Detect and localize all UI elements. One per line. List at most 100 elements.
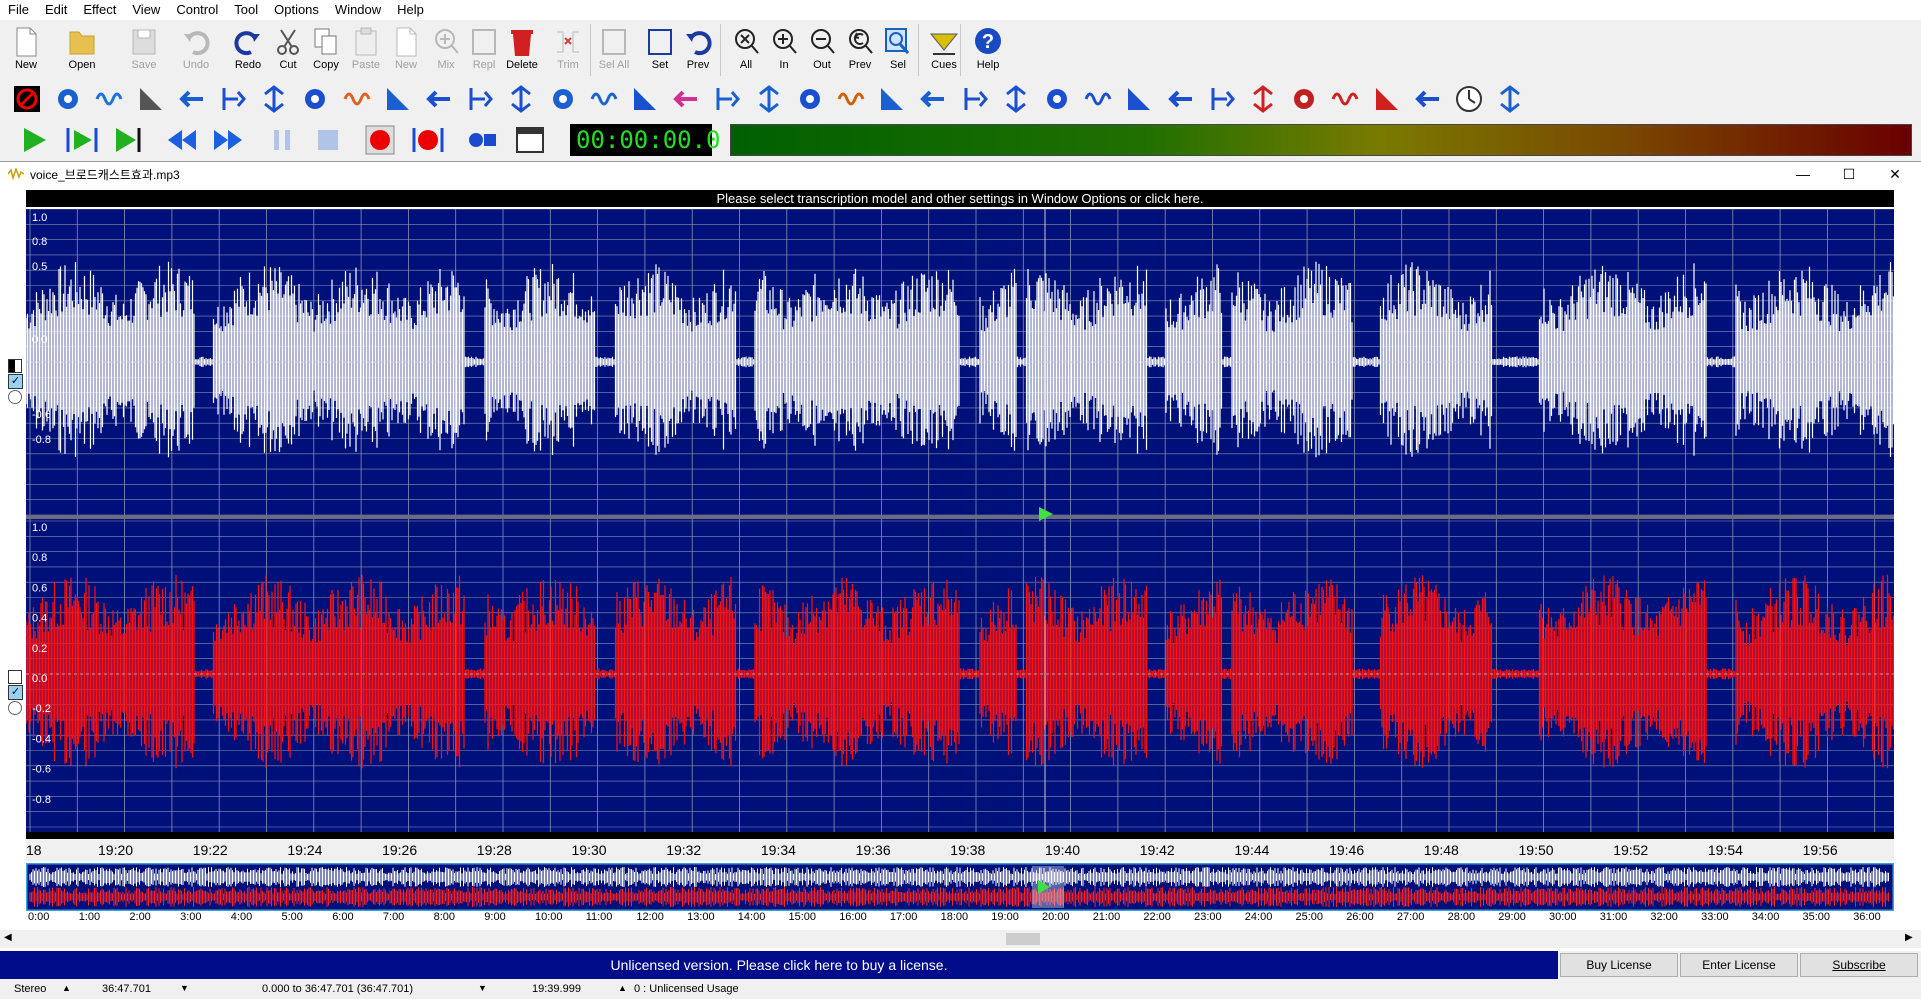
play-icon[interactable] [18,124,50,156]
channel2-enable-checkbox[interactable]: ✓ [8,685,23,700]
speed-icon[interactable] [754,84,784,114]
fade-in-icon[interactable] [300,84,330,114]
echo-icon[interactable] [177,84,207,114]
channels-dropdown-icon[interactable]: ▲ [62,983,71,993]
cues-button[interactable]: Cues [924,24,964,78]
transcription-bar[interactable]: Please select transcription model and ot… [26,190,1894,207]
repair-icon[interactable] [1248,84,1278,114]
metadata-icon[interactable] [1495,84,1525,114]
play-selection-icon[interactable] [66,124,98,156]
insert-silence-icon[interactable] [836,84,866,114]
phaser-icon[interactable] [589,84,619,114]
zoom-selection-button[interactable]: Sel [878,24,918,78]
rewind-icon[interactable] [166,124,198,156]
waveform-view[interactable]: 1.0 0.8 0.5 0.0 -0.6 -0.8 1.0 0.8 0.6 0.4 0.2 0.0 -0… [26,209,1894,832]
marker-add-icon[interactable] [1166,84,1196,114]
channel1-mute-toggle[interactable] [8,359,22,373]
menu-options[interactable]: Options [266,0,327,20]
distortion-icon[interactable] [506,84,536,114]
channel1-enable-checkbox[interactable]: ✓ [8,374,23,389]
help-button[interactable]: ? Help [968,24,1008,78]
reverb-icon[interactable] [218,84,248,114]
loop-icon[interactable] [1330,84,1360,114]
amplify-icon[interactable] [53,84,83,114]
subscribe-button[interactable]: Subscribe [1800,953,1918,977]
clock-icon[interactable] [1454,84,1484,114]
graphic-eq-icon[interactable] [1001,84,1031,114]
zoom-out-button[interactable]: Out [802,24,842,78]
overview-waveform[interactable] [26,863,1894,911]
mix-button[interactable]: Mix [426,24,466,78]
fade-out-icon[interactable] [960,84,990,114]
pin-icon[interactable] [1372,84,1402,114]
crop-icon[interactable] [1289,84,1319,114]
spectrum-icon[interactable] [671,84,701,114]
redo-button[interactable]: Redo [228,24,268,78]
undo-button[interactable]: Undo [176,24,216,78]
menu-file[interactable]: File [0,0,37,20]
delete-button[interactable]: Delete [502,24,542,78]
channel2-solo-radio[interactable] [8,701,22,715]
chorus-icon[interactable] [342,84,372,114]
marker-prev-icon[interactable] [1083,84,1113,114]
open-button[interactable]: Open [62,24,102,78]
reverse-icon[interactable] [630,84,660,114]
marker-icon[interactable] [1042,84,1072,114]
channel2-mute-toggle[interactable] [8,670,22,684]
channel1-solo-radio[interactable] [8,390,22,404]
stereo-icon[interactable] [712,84,742,114]
noise-reduction-icon[interactable] [12,84,42,114]
menu-view[interactable]: View [124,0,168,20]
copy-button[interactable]: Copy [306,24,346,78]
menu-edit[interactable]: Edit [37,0,75,20]
close-button[interactable]: ✕ [1872,162,1918,186]
cut-silence-icon[interactable] [136,84,166,114]
menu-tool[interactable]: Tool [226,0,266,20]
maximize-button[interactable]: ☐ [1826,162,1872,186]
menu-help[interactable]: Help [389,0,432,20]
set-selection-button[interactable]: Set [640,24,680,78]
paste-button[interactable]: Paste [346,24,386,78]
scroll-right-icon[interactable]: ▶ [1905,932,1913,943]
record-selection-icon[interactable] [412,124,444,156]
invert-icon[interactable] [795,84,825,114]
scroll-left-icon[interactable]: ◀ [4,932,12,943]
zoom-prev-button[interactable]: Prev [840,24,880,78]
voice-icon[interactable] [918,84,948,114]
buy-license-button[interactable]: Buy License [1560,953,1678,977]
license-message[interactable]: Unlicensed version. Please click here to… [0,951,1558,979]
timeline-ruler[interactable]: 18 19:20 19:22 19:24 19:26 19:28 19:30 19:32 19:… [26,832,1894,861]
status-selection[interactable]: 0.000 to 36:47.701 (36:47.701) [262,983,413,995]
punch-in-icon[interactable] [466,124,498,156]
marker-next-icon[interactable] [1124,84,1154,114]
status-channels[interactable]: Stereo [14,983,46,995]
length-dropdown-icon[interactable]: ▼ [180,983,189,993]
tone-icon[interactable] [1207,84,1237,114]
pause-icon[interactable] [266,124,298,156]
pitch-icon[interactable] [465,84,495,114]
equalizer-icon[interactable] [424,84,454,114]
mixer-window-icon[interactable] [514,124,546,156]
record-icon[interactable] [364,124,396,156]
fast-forward-icon[interactable] [212,124,244,156]
paste-new-button[interactable]: New [386,24,426,78]
menu-effect[interactable]: Effect [75,0,124,20]
minimize-button[interactable]: — [1780,162,1826,186]
status-length[interactable]: 36:47.701 [102,983,151,995]
replace-button[interactable]: Repl [464,24,504,78]
zoom-in-button[interactable]: In [764,24,804,78]
cut-button[interactable]: Cut [268,24,308,78]
normalize-icon[interactable] [94,84,124,114]
prev-selection-button[interactable]: Prev [678,24,718,78]
compressor-icon[interactable] [383,84,413,114]
trim-button[interactable]: Trim [548,24,588,78]
select-all-button[interactable]: Sel All [594,24,634,78]
selection-dropdown-icon[interactable]: ▼ [478,983,487,993]
stop-icon[interactable] [312,124,344,156]
zoom-all-button[interactable]: All [726,24,766,78]
transpose-icon[interactable] [1413,84,1443,114]
menu-window[interactable]: Window [327,0,389,20]
status-cursor[interactable]: 19:39.999 [532,983,581,995]
scroll-thumb[interactable] [1006,933,1040,945]
new-button[interactable]: New [6,24,46,78]
